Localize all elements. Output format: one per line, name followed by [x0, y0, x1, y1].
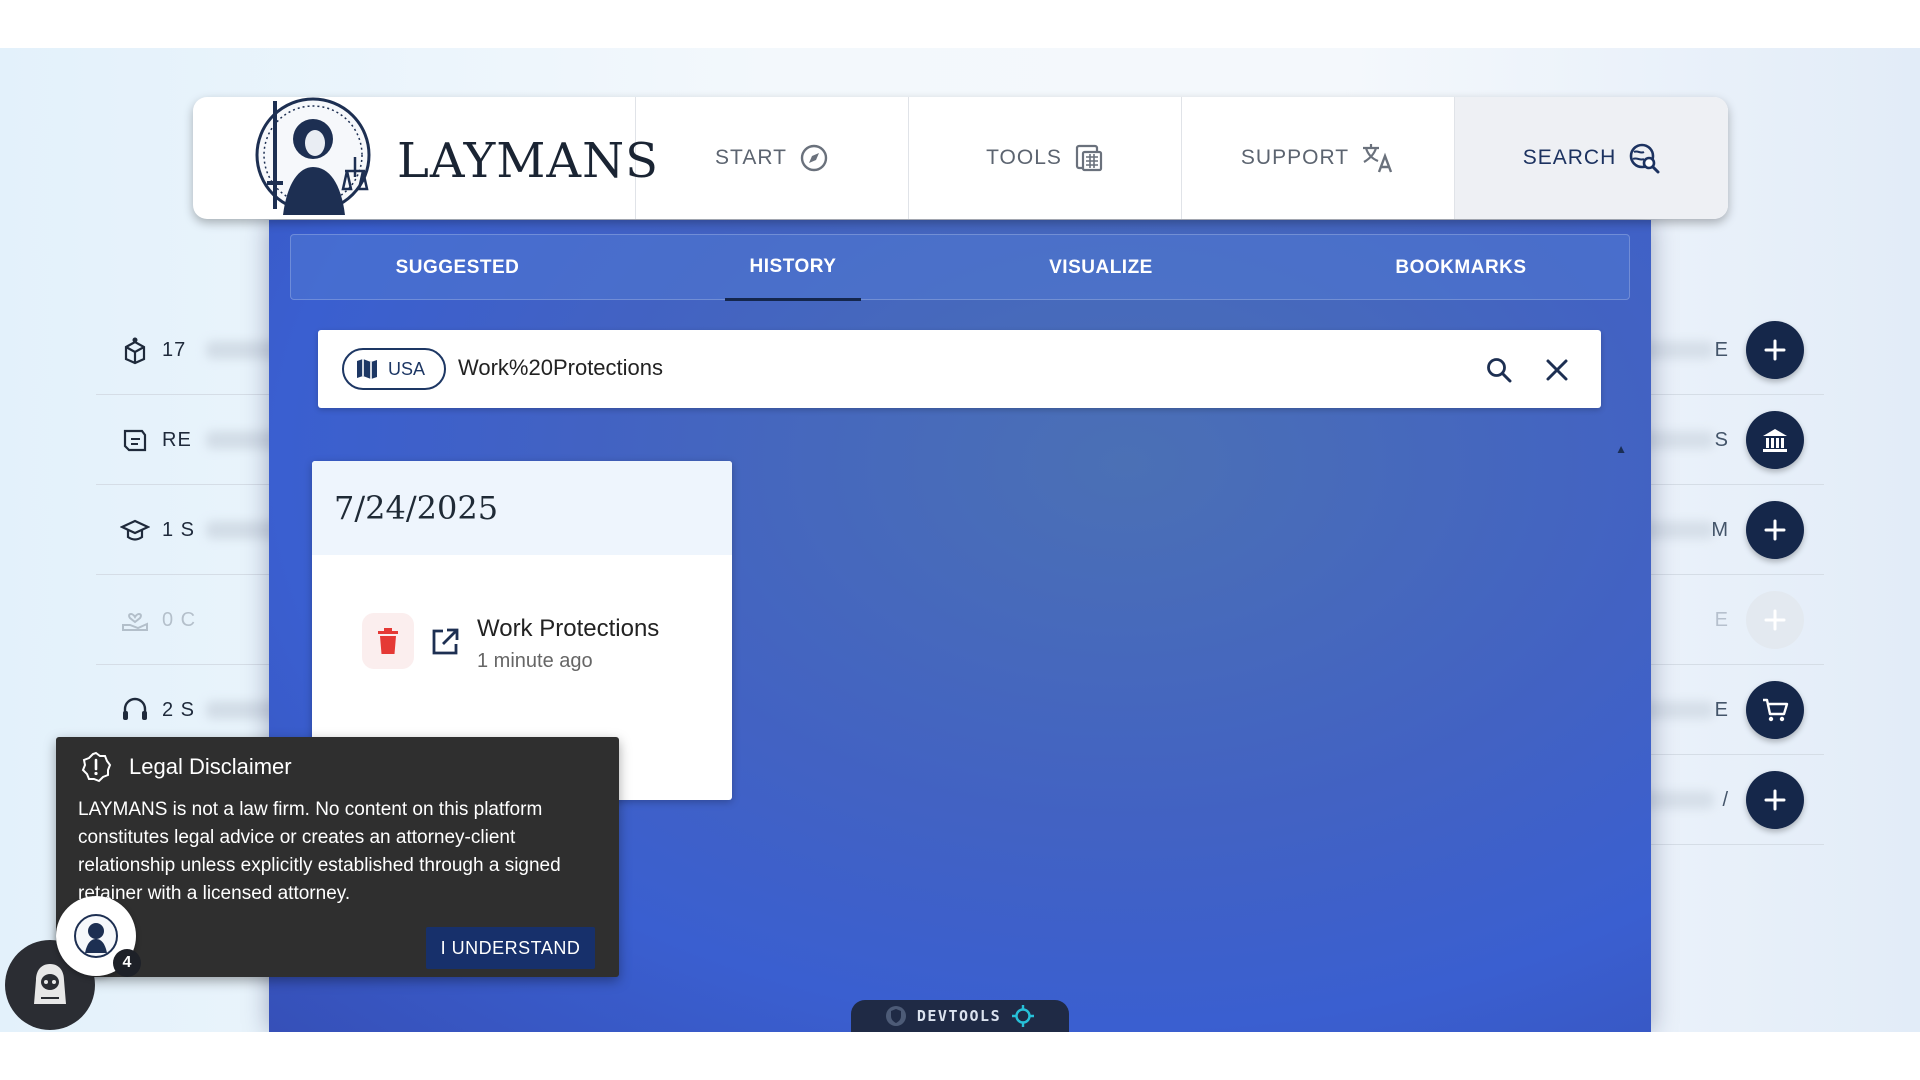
side-row-label: 0 C — [162, 609, 197, 631]
add-button[interactable] — [1746, 771, 1804, 829]
graduation-cap-icon — [120, 519, 150, 541]
side-row-label: 17 — [162, 339, 187, 361]
devtools-tab[interactable]: DEVTOOLS — [851, 1000, 1069, 1032]
nav-search-label: SEARCH — [1522, 146, 1617, 169]
translate-icon — [1363, 144, 1393, 173]
hand-heart-icon — [122, 613, 148, 631]
nav-support-label: SUPPORT — [1240, 146, 1350, 169]
tab-suggested[interactable]: SUGGESTED — [291, 235, 624, 301]
search-globe-icon — [1629, 143, 1660, 174]
scroll-up-arrow[interactable]: ▲ — [1615, 442, 1627, 456]
notification-badge: 4 — [113, 949, 141, 977]
disclaimer-title: Legal Disclaimer — [129, 754, 292, 779]
side-row-right-text: S — [1714, 429, 1728, 451]
top-margin — [0, 0, 1920, 48]
plus-icon — [1764, 789, 1786, 811]
add-button[interactable] — [1746, 501, 1804, 559]
history-item-title[interactable]: Work Protections — [477, 615, 659, 643]
bottom-margin — [0, 1032, 1920, 1080]
nav-tools-label: TOOLS — [986, 146, 1062, 169]
compass-icon — [800, 144, 828, 172]
tab-visualize[interactable]: VISUALIZE — [951, 235, 1251, 301]
cart-button[interactable] — [1746, 681, 1804, 739]
side-row-label: 2 S — [162, 699, 196, 721]
bank-icon — [1763, 429, 1787, 452]
nav-support[interactable]: SUPPORT — [1182, 97, 1455, 219]
brand-name: LAYMANS — [397, 133, 659, 189]
nav-tools[interactable]: TOOLS — [909, 97, 1182, 219]
side-row-label: RE — [162, 429, 192, 451]
side-row-right-text: E — [1714, 609, 1728, 631]
tab-bookmarks[interactable]: BOOKMARKS — [1291, 235, 1631, 301]
top-navigation: LAYMANS START TOOLS SUPPORT SEARCH — [193, 97, 1728, 219]
crosshair-icon — [1012, 1005, 1035, 1027]
add-button[interactable] — [1746, 321, 1804, 379]
history-item-time: 1 minute ago — [477, 650, 593, 672]
tab-bar: SUGGESTED HISTORY VISUALIZE BOOKMARKS — [290, 234, 1631, 301]
brand-logo-link[interactable]: LAYMANS — [193, 97, 658, 219]
nav-start[interactable]: START — [636, 97, 909, 219]
search-bar: USA Work%20Protections — [318, 330, 1601, 408]
jurisdiction-label: USA — [388, 358, 426, 379]
cart-icon — [1763, 698, 1789, 722]
delete-button[interactable] — [362, 613, 414, 669]
plus-icon — [1764, 519, 1786, 541]
calculator-icon — [1075, 144, 1103, 172]
plus-icon — [1764, 609, 1786, 631]
side-row-label: 1 S — [162, 519, 196, 541]
lady-justice-logo-icon — [74, 914, 118, 958]
devtools-label: DEVTOOLS — [916, 1007, 1002, 1025]
nav-start-label: START — [715, 146, 787, 169]
legal-disclaimer-dialog: Legal Disclaimer LAYMANS is not a law fi… — [56, 737, 619, 977]
plus-icon — [1764, 339, 1786, 361]
signed-doc-icon — [123, 429, 147, 452]
jurisdiction-chip[interactable]: USA — [342, 348, 446, 390]
lady-justice-logo-icon — [255, 97, 371, 215]
side-row-right-text: M — [1711, 519, 1728, 541]
map-icon — [357, 359, 377, 379]
side-row-right-text: E — [1714, 339, 1728, 361]
understand-button[interactable]: I UNDERSTAND — [426, 927, 595, 969]
disclaimer-body: LAYMANS is not a law firm. No content on… — [78, 799, 561, 904]
box-hand-icon — [124, 337, 146, 365]
close-icon[interactable] — [1543, 356, 1571, 384]
history-date: 7/24/2025 — [312, 461, 732, 555]
search-icon[interactable] — [1485, 356, 1513, 384]
search-input[interactable]: Work%20Protections — [458, 355, 663, 381]
nav-search[interactable]: SEARCH — [1455, 97, 1728, 219]
headset-icon — [123, 697, 147, 720]
trash-icon — [378, 628, 398, 654]
open-external-icon[interactable] — [430, 627, 460, 657]
shield-icon — [885, 1006, 906, 1026]
alert-badge-icon — [81, 751, 112, 783]
side-row-right-text: E — [1714, 699, 1728, 721]
add-button-disabled — [1746, 591, 1804, 649]
bank-button[interactable] — [1746, 411, 1804, 469]
side-row-right-text: / — [1722, 789, 1728, 811]
tab-history[interactable]: HISTORY — [725, 235, 861, 301]
